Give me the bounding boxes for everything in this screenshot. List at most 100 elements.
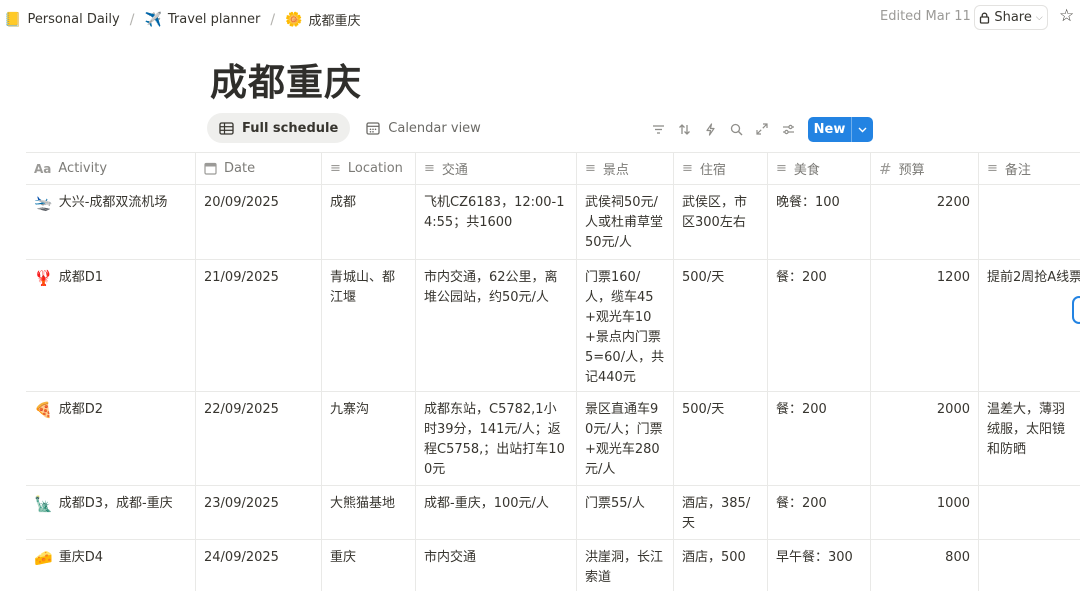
cell-food[interactable]: 早午餐：300: [768, 540, 871, 591]
breadcrumb-item-current-page[interactable]: 🌼 成都重庆: [281, 8, 364, 31]
calendar-icon: [366, 122, 380, 135]
cell-budget[interactable]: 800: [871, 540, 979, 591]
sort-icon[interactable]: [674, 119, 694, 139]
column-header-label: 住宿: [699, 163, 726, 178]
cell-location[interactable]: 成都: [322, 185, 416, 259]
cell-notes[interactable]: [979, 185, 1080, 259]
cell-notes[interactable]: [979, 486, 1080, 539]
cell-date[interactable]: 21/09/2025: [196, 260, 322, 391]
text-lines-icon: ≡: [424, 161, 435, 176]
column-header-label: Activity: [58, 161, 108, 176]
cell-food[interactable]: 餐：200: [768, 486, 871, 539]
column-header-sights[interactable]: ≡ 景点: [577, 153, 674, 184]
cell-date[interactable]: 20/09/2025: [196, 185, 322, 259]
cell-budget[interactable]: 2000: [871, 392, 979, 485]
text-lines-icon: ≡: [987, 161, 998, 176]
new-button[interactable]: New: [808, 117, 873, 142]
cell-food[interactable]: 餐：200: [768, 392, 871, 485]
cell-notes[interactable]: [979, 540, 1080, 591]
row-emoji-icon: 🧀: [34, 549, 53, 567]
chevron-down-icon: ⌵: [1035, 12, 1043, 23]
cell-transport[interactable]: 成都东站，C5782,1小时39分，141元/人；返程C5758,；出站打车10…: [416, 392, 577, 485]
breadcrumb: 📒 Personal Daily / ✈️ Travel planner / 🌼…: [0, 8, 365, 31]
cell-lodging[interactable]: 酒店，385/天: [674, 486, 768, 539]
cell-budget[interactable]: 2200: [871, 185, 979, 259]
activity-text: 重庆D4: [58, 550, 103, 565]
table-row[interactable]: 🧀 重庆D4 24/09/2025 重庆 市内交通 洪崖洞，长江索道 酒店，50…: [26, 540, 1080, 591]
search-icon[interactable]: [726, 119, 746, 139]
column-header-lodging[interactable]: ≡ 住宿: [674, 153, 768, 184]
cell-sights[interactable]: 景区直通车90元/人；门票+观光车280元/人: [577, 392, 674, 485]
filter-icon[interactable]: [648, 119, 668, 139]
breadcrumb-label: 成都重庆: [308, 14, 361, 29]
cell-lodging[interactable]: 酒店，500: [674, 540, 768, 591]
cell-activity[interactable]: 🍕 成都D2: [26, 392, 196, 485]
cell-date[interactable]: 22/09/2025: [196, 392, 322, 485]
table-header-row: Aa Activity Date ≡ Location ≡ 交通 ≡ 景点 ≡ …: [26, 152, 1080, 185]
cell-activity[interactable]: 🗽 成都D3，成都-重庆: [26, 486, 196, 539]
cell-notes[interactable]: 温差大，薄羽绒服，太阳镜和防晒: [979, 392, 1080, 485]
tab-full-schedule[interactable]: Full schedule: [207, 113, 351, 143]
cell-activity[interactable]: 🧀 重庆D4: [26, 540, 196, 591]
cell-sights[interactable]: 洪崖洞，长江索道: [577, 540, 674, 591]
cell-location[interactable]: 大熊猫基地: [322, 486, 416, 539]
cell-transport[interactable]: 成都-重庆，100元/人: [416, 486, 577, 539]
breadcrumb-item-travel-planner[interactable]: ✈️ Travel planner: [140, 10, 264, 30]
calendar-icon: [204, 162, 217, 175]
cell-transport[interactable]: 市内交通，62公里，离堆公园站，约50元/人: [416, 260, 577, 391]
chevron-down-icon[interactable]: [851, 117, 873, 142]
cell-sights[interactable]: 武侯祠50元/人或杜甫草堂50元/人: [577, 185, 674, 259]
scroll-handle[interactable]: [1072, 296, 1080, 324]
column-header-label: 景点: [602, 163, 629, 178]
cell-food[interactable]: 晚餐：100: [768, 185, 871, 259]
column-header-location[interactable]: ≡ Location: [322, 153, 416, 184]
favorite-star-icon[interactable]: ☆: [1059, 6, 1074, 26]
cell-food[interactable]: 餐：200: [768, 260, 871, 391]
hash-icon: #: [879, 159, 892, 178]
new-button-label: New: [813, 122, 846, 137]
column-header-budget[interactable]: # 预算: [871, 153, 979, 184]
activity-text: 成都D2: [58, 402, 103, 417]
cell-notes[interactable]: 提前2周抢A线票: [979, 260, 1080, 391]
lock-icon: [980, 12, 990, 24]
page-title: 成都重庆: [210, 61, 362, 104]
tab-calendar-view[interactable]: Calendar view: [354, 113, 493, 143]
cell-lodging[interactable]: 武侯区，市区300左右: [674, 185, 768, 259]
cell-sights[interactable]: 门票160/人，缆车45+观光车10+景点内门票5=60/人，共记440元: [577, 260, 674, 391]
breadcrumb-item-personal-daily[interactable]: 📒 Personal Daily: [0, 10, 124, 30]
table-icon: [219, 121, 234, 135]
share-button[interactable]: Share ⌵: [974, 5, 1048, 30]
cell-date[interactable]: 24/09/2025: [196, 540, 322, 591]
cell-transport[interactable]: 飞机CZ6183，12:00-14:55；共1600: [416, 185, 577, 259]
cell-lodging[interactable]: 500/天: [674, 260, 768, 391]
cell-budget[interactable]: 1200: [871, 260, 979, 391]
tab-label: Full schedule: [242, 120, 339, 136]
cell-date[interactable]: 23/09/2025: [196, 486, 322, 539]
settings-sliders-icon[interactable]: [778, 119, 798, 139]
cell-lodging[interactable]: 500/天: [674, 392, 768, 485]
column-header-notes[interactable]: ≡ 备注: [979, 153, 1080, 184]
column-header-food[interactable]: ≡ 美食: [768, 153, 871, 184]
cell-location[interactable]: 重庆: [322, 540, 416, 591]
table-row[interactable]: 🛬 大兴-成都双流机场 20/09/2025 成都 飞机CZ6183，12:00…: [26, 185, 1080, 260]
cell-location[interactable]: 青城山、都江堰: [322, 260, 416, 391]
table-row[interactable]: 🗽 成都D3，成都-重庆 23/09/2025 大熊猫基地 成都-重庆，100元…: [26, 486, 1080, 540]
cell-budget[interactable]: 1000: [871, 486, 979, 539]
column-header-activity[interactable]: Aa Activity: [26, 153, 196, 184]
flower-icon: 🌼: [285, 11, 303, 28]
column-header-transport[interactable]: ≡ 交通: [416, 153, 577, 184]
expand-icon[interactable]: [752, 119, 772, 139]
automation-lightning-icon[interactable]: [700, 119, 720, 139]
cell-location[interactable]: 九寨沟: [322, 392, 416, 485]
cell-activity[interactable]: 🛬 大兴-成都双流机场: [26, 185, 196, 259]
breadcrumb-label: Personal Daily: [27, 12, 120, 27]
breadcrumb-separator: /: [270, 11, 276, 28]
row-emoji-icon: 🦞: [34, 269, 53, 287]
cell-transport[interactable]: 市内交通: [416, 540, 577, 591]
database-toolbar: [648, 119, 798, 139]
column-header-date[interactable]: Date: [196, 153, 322, 184]
table-row[interactable]: 🦞 成都D1 21/09/2025 青城山、都江堰 市内交通，62公里，离堆公园…: [26, 260, 1080, 392]
cell-activity[interactable]: 🦞 成都D1: [26, 260, 196, 391]
cell-sights[interactable]: 门票55/人: [577, 486, 674, 539]
table-row[interactable]: 🍕 成都D2 22/09/2025 九寨沟 成都东站，C5782,1小时39分，…: [26, 392, 1080, 486]
